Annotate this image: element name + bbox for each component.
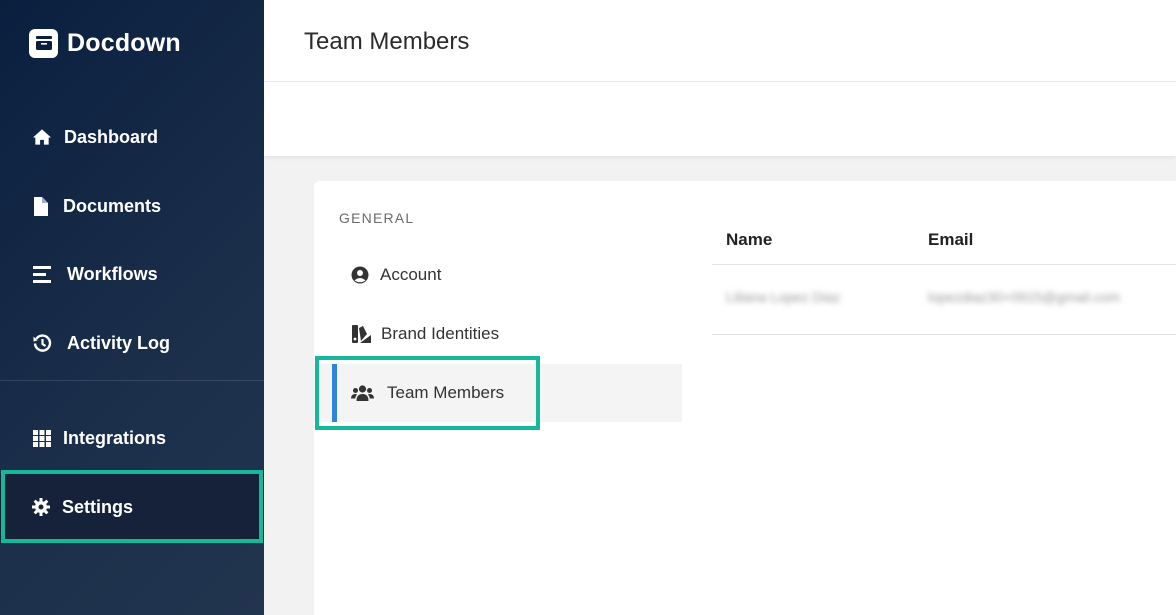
grid-icon xyxy=(32,428,52,448)
settings-card: GENERAL Account Brand Identities Team Me… xyxy=(314,181,1176,615)
page-title: Team Members xyxy=(304,28,470,55)
section-label: GENERAL xyxy=(339,210,415,226)
sidebar-divider xyxy=(0,380,264,381)
sidebar-item-activity-log[interactable]: Activity Log xyxy=(0,323,264,363)
settings-nav-account[interactable]: Account xyxy=(314,246,682,304)
settings-nav-label: Brand Identities xyxy=(381,324,500,343)
member-email: lopezdiaz30+0915@gmail.com xyxy=(928,289,1121,305)
members-table: Name Email Liliana Lopez Diaz lopezdiaz3… xyxy=(712,217,1176,335)
sidebar-item-settings[interactable]: Settings xyxy=(0,474,264,540)
sidebar: Docdown Dashboard Documents Workflows Ac… xyxy=(0,0,264,615)
sidebar-item-label: Activity Log xyxy=(67,332,171,353)
top-header: Team Members xyxy=(264,0,1176,82)
user-circle-icon xyxy=(350,265,370,285)
toolbar-area xyxy=(264,82,1176,156)
sidebar-item-label: Integrations xyxy=(63,427,167,448)
users-icon xyxy=(351,383,374,403)
brand-name: Docdown xyxy=(67,28,181,57)
file-icon xyxy=(30,196,50,216)
table-header: Name Email xyxy=(712,217,1176,265)
sidebar-item-integrations[interactable]: Integrations xyxy=(0,418,264,458)
sidebar-item-label: Documents xyxy=(63,195,162,216)
sidebar-item-workflows[interactable]: Workflows xyxy=(0,254,264,294)
history-icon xyxy=(32,333,52,353)
column-header-email[interactable]: Email xyxy=(928,230,973,250)
brand[interactable]: Docdown xyxy=(29,28,181,58)
settings-nav-team-members[interactable]: Team Members xyxy=(314,364,682,422)
settings-nav-brand-identities[interactable]: Brand Identities xyxy=(314,305,682,363)
docdown-logo-icon xyxy=(29,28,58,58)
sidebar-item-dashboard[interactable]: Dashboard xyxy=(0,117,264,157)
table-row[interactable]: Liliana Lopez Diaz lopezdiaz30+0915@gmai… xyxy=(712,265,1176,335)
settings-nav-label: Team Members xyxy=(387,383,505,402)
sidebar-item-label: Settings xyxy=(62,496,134,517)
swatchbook-icon xyxy=(351,324,371,344)
member-name: Liliana Lopez Diaz xyxy=(726,289,841,305)
home-icon xyxy=(32,127,52,147)
settings-nav-label: Account xyxy=(380,265,442,284)
sidebar-item-label: Workflows xyxy=(67,263,158,284)
sidebar-item-documents[interactable]: Documents xyxy=(0,186,264,226)
sidebar-item-label: Dashboard xyxy=(64,126,159,147)
bars-icon xyxy=(32,264,52,284)
column-header-name[interactable]: Name xyxy=(726,230,772,250)
gear-icon xyxy=(31,497,51,517)
